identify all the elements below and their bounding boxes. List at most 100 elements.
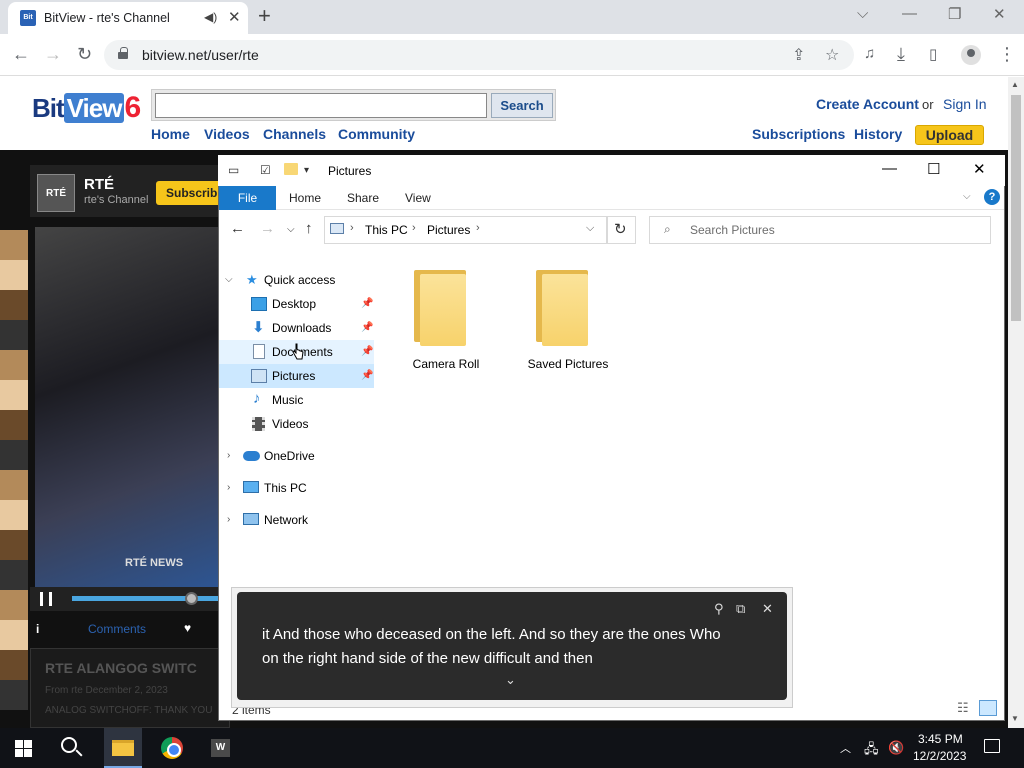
- chrome-icon[interactable]: [161, 737, 183, 759]
- explorer-back-icon[interactable]: ←: [230, 220, 245, 237]
- pin-icon[interactable]: 📌: [361, 298, 373, 309]
- side-panel-icon[interactable]: ▯: [929, 45, 937, 63]
- nav-quick-access[interactable]: Quick access: [264, 273, 335, 287]
- ribbon-tab-view[interactable]: View: [405, 191, 431, 205]
- explorer-minimize-icon[interactable]: —: [882, 160, 897, 177]
- quick-access-toolbar-dropdown-icon[interactable]: ▾: [304, 165, 309, 176]
- pin-icon[interactable]: 📌: [361, 370, 373, 381]
- create-account-link[interactable]: Create Account: [816, 96, 919, 112]
- ribbon-tab-home[interactable]: Home: [289, 191, 321, 205]
- scroll-up-arrow-icon[interactable]: ▲: [1011, 80, 1019, 89]
- help-icon[interactable]: ?: [984, 189, 1000, 205]
- ribbon-tab-share[interactable]: Share: [347, 191, 379, 205]
- subscriptions-link[interactable]: Subscriptions: [752, 126, 845, 142]
- browser-tab-active[interactable]: Bit BitView - rte's Channel ◀) ✕: [8, 2, 248, 34]
- large-icons-view-icon[interactable]: [979, 700, 997, 716]
- explorer-forward-icon[interactable]: →: [260, 220, 275, 237]
- heart-icon[interactable]: ♥: [184, 621, 191, 635]
- nav-onedrive[interactable]: OneDrive: [264, 449, 315, 463]
- windows-start-icon[interactable]: [15, 740, 32, 757]
- info-icon[interactable]: i: [36, 622, 39, 636]
- pin-icon[interactable]: 📌: [361, 346, 373, 357]
- nav-community[interactable]: Community: [338, 126, 415, 142]
- notification-icon[interactable]: [984, 739, 1000, 753]
- word-icon[interactable]: W: [211, 739, 230, 757]
- comments-link[interactable]: Comments: [88, 622, 146, 636]
- explorer-close-icon[interactable]: ✕: [973, 160, 986, 178]
- close-caption-icon[interactable]: ✕: [762, 601, 773, 617]
- progress-knob[interactable]: [185, 592, 198, 605]
- breadcrumb-separator[interactable]: ›: [476, 222, 480, 234]
- sign-in-link[interactable]: Sign In: [943, 96, 987, 112]
- nav-channels[interactable]: Channels: [263, 126, 326, 142]
- breadcrumb-this-pc[interactable]: This PC: [365, 223, 408, 237]
- pin-caption-icon[interactable]: ⚲: [714, 601, 724, 617]
- expand-caption-icon[interactable]: ⧉: [736, 601, 745, 617]
- quick-access-collapse-icon[interactable]: ⌵: [225, 274, 233, 285]
- tray-overflow-icon[interactable]: ︿: [840, 740, 851, 756]
- new-folder-icon[interactable]: [284, 163, 298, 175]
- ribbon-file-tab[interactable]: File: [219, 186, 276, 210]
- ribbon-expand-icon[interactable]: ⌵: [963, 191, 971, 202]
- page-scrollbar-thumb[interactable]: [1011, 95, 1021, 321]
- this-pc-small-icon: [330, 223, 344, 234]
- back-icon[interactable]: ←: [12, 44, 30, 65]
- this-pc-expand-icon[interactable]: ›: [227, 482, 230, 493]
- reload-icon[interactable]: ↻: [77, 44, 92, 65]
- taskbar-search-icon[interactable]: [61, 737, 77, 753]
- folder-saved-pictures[interactable]: [536, 270, 588, 346]
- tab-search-chevron-icon[interactable]: ⌵: [857, 5, 868, 22]
- breadcrumb-separator[interactable]: ›: [412, 222, 416, 234]
- nav-this-pc[interactable]: This PC: [264, 481, 307, 495]
- onedrive-expand-icon[interactable]: ›: [227, 450, 230, 461]
- recent-locations-icon[interactable]: ⌵: [287, 224, 295, 235]
- network-tray-icon[interactable]: 🖧: [864, 740, 879, 762]
- window-close-icon[interactable]: ✕: [993, 5, 1006, 23]
- restore-icon[interactable]: ❐: [948, 5, 961, 23]
- nav-network[interactable]: Network: [264, 513, 308, 527]
- site-search-button[interactable]: Search: [491, 93, 553, 118]
- channel-avatar[interactable]: RTÉ: [37, 174, 75, 212]
- site-search-input[interactable]: [155, 93, 487, 118]
- folder-label-saved-pictures[interactable]: Saved Pictures: [513, 357, 623, 371]
- caption-expand-chevron-icon[interactable]: ⌄: [505, 672, 516, 688]
- tab-audio-icon[interactable]: ◀): [204, 10, 217, 24]
- profile-avatar[interactable]: [961, 45, 981, 65]
- menu-kebab-icon[interactable]: ⋮: [998, 44, 1016, 65]
- lock-icon[interactable]: [118, 47, 128, 59]
- quick-access-star-icon: ★: [246, 272, 258, 287]
- scroll-down-arrow-icon[interactable]: ▼: [1011, 714, 1019, 723]
- breadcrumb-pictures[interactable]: Pictures: [427, 223, 470, 237]
- video-player[interactable]: [35, 227, 218, 587]
- volume-muted-icon[interactable]: 🔇: [888, 740, 904, 756]
- upload-button[interactable]: Upload: [915, 125, 984, 145]
- network-expand-icon[interactable]: ›: [227, 514, 230, 525]
- download-icon[interactable]: ⤓: [897, 44, 905, 65]
- media-control-icon[interactable]: ♫: [864, 45, 875, 62]
- window-system-icon[interactable]: ▭: [228, 163, 239, 177]
- properties-check-icon[interactable]: ☑: [260, 163, 271, 177]
- folder-label-camera-roll[interactable]: Camera Roll: [391, 357, 501, 371]
- address-bar[interactable]: bitview.net/user/rte ⇪ ☆: [104, 40, 854, 70]
- address-history-dropdown-icon[interactable]: ⌵: [586, 222, 594, 235]
- forward-icon[interactable]: →: [44, 44, 62, 65]
- subscribe-button[interactable]: Subscrib: [156, 181, 220, 205]
- minimize-icon[interactable]: —: [902, 5, 917, 22]
- clock-date[interactable]: 12/2/2023: [913, 749, 966, 763]
- explorer-up-icon[interactable]: ↑: [305, 220, 313, 237]
- history-link[interactable]: History: [854, 126, 902, 142]
- new-tab-button[interactable]: +: [258, 3, 271, 29]
- details-view-icon[interactable]: ☷: [957, 700, 975, 716]
- pause-icon[interactable]: [40, 592, 52, 606]
- nav-home[interactable]: Home: [151, 126, 190, 142]
- nav-videos[interactable]: Videos: [204, 126, 250, 142]
- pin-icon[interactable]: 📌: [361, 322, 373, 333]
- bookmark-star-icon[interactable]: ☆: [825, 45, 839, 65]
- clock-time[interactable]: 3:45 PM: [918, 732, 963, 746]
- breadcrumb-separator[interactable]: ›: [350, 222, 354, 234]
- explorer-maximize-icon[interactable]: ☐: [927, 160, 940, 178]
- share-icon[interactable]: ⇪: [792, 45, 805, 65]
- bitview-logo[interactable]: Bit View 6: [32, 91, 141, 125]
- folder-camera-roll[interactable]: [414, 270, 466, 346]
- tab-close-icon[interactable]: ✕: [228, 8, 241, 26]
